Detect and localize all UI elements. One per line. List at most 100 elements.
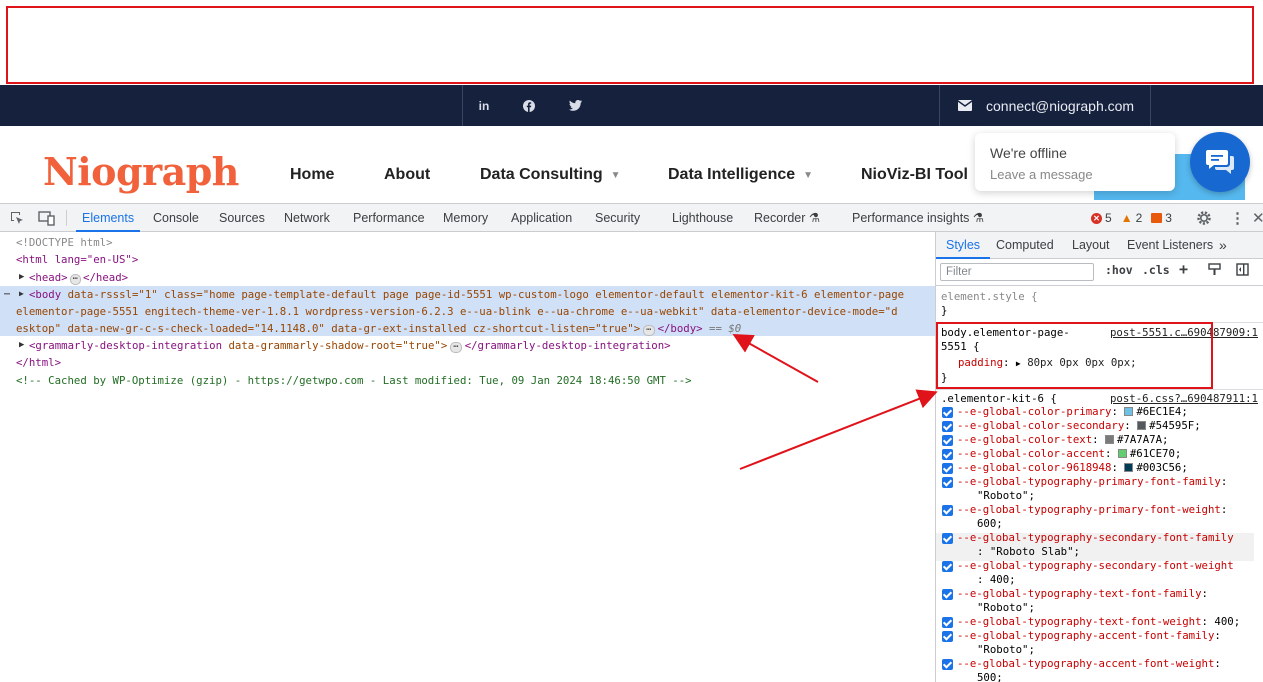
tab-network[interactable]: Network xyxy=(284,204,330,232)
dom-body-line-1[interactable]: <body data-rsssl="1" class="home page-te… xyxy=(29,287,904,303)
declaration-checkbox[interactable] xyxy=(942,463,953,474)
css-declaration[interactable]: --e-global-typography-accent-font-family… xyxy=(957,629,1257,643)
ellipsis-icon[interactable]: ⋯ xyxy=(450,342,462,353)
paint-brush-icon[interactable] xyxy=(1208,263,1221,279)
declaration-checkbox[interactable] xyxy=(942,561,953,572)
twitter-icon[interactable] xyxy=(564,85,586,126)
tab-layout[interactable]: Layout xyxy=(1072,232,1110,259)
site-logo[interactable]: Niograph xyxy=(43,149,239,194)
devtools-tab-bar: Elements Console Sources Network Perform… xyxy=(0,204,1263,232)
css-declaration[interactable]: --e-global-color-accent: #61CE70; xyxy=(957,447,1257,461)
declaration-checkbox[interactable] xyxy=(942,407,953,418)
declaration-checkbox[interactable] xyxy=(942,589,953,600)
dom-cache-comment[interactable]: <!-- Cached by WP-Optimize (gzip) - http… xyxy=(16,373,692,389)
tab-performance-insights[interactable]: Performance insights ⚗ xyxy=(852,204,984,232)
declaration-checkbox[interactable] xyxy=(942,659,953,670)
expand-triangle-icon[interactable]: ▶ xyxy=(19,340,24,350)
color-swatch[interactable] xyxy=(1105,435,1114,444)
tab-security[interactable]: Security xyxy=(595,204,640,232)
dom-grammarly-tag: <grammarly-desktop-integration xyxy=(29,339,223,352)
tab-console[interactable]: Console xyxy=(153,204,199,232)
css-declaration[interactable]: --e-global-typography-accent-font-weight… xyxy=(957,657,1257,671)
color-swatch[interactable] xyxy=(1137,421,1147,430)
class-toggle[interactable]: .cls xyxy=(1142,263,1170,277)
styles-filter-input[interactable]: Filter xyxy=(940,263,1094,281)
css-declaration[interactable]: --e-global-color-9618948: #003C56; xyxy=(957,461,1257,475)
node-actions-dots-icon[interactable]: ⋯ xyxy=(4,289,10,300)
declaration-checkbox[interactable] xyxy=(942,421,953,432)
expand-triangle-icon[interactable]: ▶ xyxy=(19,289,24,298)
declaration-checkbox[interactable] xyxy=(942,477,953,488)
tab-computed[interactable]: Computed xyxy=(996,232,1054,259)
css-prop-value: "Roboto"; xyxy=(977,643,1035,656)
dom-head-node[interactable]: <head> ⋯ </head> xyxy=(29,270,128,286)
nav-item-data-consulting[interactable]: Data Consulting ▼ xyxy=(480,166,621,184)
hover-state-toggle[interactable]: :hov xyxy=(1105,263,1133,277)
dom-doctype[interactable]: <!DOCTYPE html> xyxy=(16,235,113,251)
css-declaration[interactable]: --e-global-typography-text-font-weight: … xyxy=(957,615,1257,629)
settings-gear-icon[interactable] xyxy=(1196,204,1212,232)
nav-item-label: About xyxy=(384,166,431,183)
css-declaration[interactable]: --e-global-typography-secondary-font-fam… xyxy=(957,531,1257,545)
chat-launcher-button[interactable] xyxy=(1190,132,1250,192)
color-swatch[interactable] xyxy=(1124,463,1134,472)
css-prop-name: --e-global-typography-primary-font-famil… xyxy=(957,475,1221,488)
styles-filter-bar: Filter :hov .cls + xyxy=(936,259,1263,286)
css-declaration[interactable]: --e-global-typography-text-font-family: xyxy=(957,587,1257,601)
tab-styles[interactable]: Styles xyxy=(936,232,991,259)
sidebar-toggle-icon[interactable] xyxy=(1236,263,1249,279)
declaration-checkbox[interactable] xyxy=(942,435,953,446)
nav-item-home[interactable]: Home xyxy=(290,166,334,184)
declaration-checkbox[interactable] xyxy=(942,449,953,460)
declaration-checkbox[interactable] xyxy=(942,617,953,628)
nav-item-data-intelligence[interactable]: Data Intelligence ▼ xyxy=(668,166,813,184)
tab-sources[interactable]: Sources xyxy=(219,204,265,232)
inspect-element-icon[interactable] xyxy=(10,204,25,232)
css-prop-value: 400; xyxy=(1214,615,1241,628)
add-rule-icon[interactable]: + xyxy=(1179,260,1188,278)
contact-email[interactable]: connect@niograph.com xyxy=(958,85,1134,126)
dom-html-close[interactable]: </html> xyxy=(16,355,61,371)
more-options-icon[interactable]: ⋮ xyxy=(1230,204,1245,232)
dom-grammarly-node[interactable]: <grammarly-desktop-integration data-gram… xyxy=(29,338,671,354)
css-declaration[interactable]: --e-global-typography-primary-font-famil… xyxy=(957,475,1257,489)
declaration-checkbox[interactable] xyxy=(942,631,953,642)
annotation-highlight-box-top xyxy=(6,6,1254,84)
css-declaration[interactable]: --e-global-typography-secondary-font-wei… xyxy=(957,559,1257,573)
element-style-rule[interactable]: element.style { xyxy=(936,290,1263,304)
expand-triangle-icon[interactable]: ▶ xyxy=(19,272,24,282)
css-declaration[interactable]: --e-global-color-text: #7A7A7A; xyxy=(957,433,1257,447)
dom-body-line-2[interactable]: elementor-page-5551 engitech-theme-ver-1… xyxy=(16,304,898,320)
flask-icon: ⚗ xyxy=(808,211,821,225)
tab-event-listeners[interactable]: Event Listeners xyxy=(1127,232,1213,259)
declaration-checkbox[interactable] xyxy=(942,533,953,544)
facebook-icon[interactable] xyxy=(518,85,540,126)
tab-lighthouse[interactable]: Lighthouse xyxy=(672,204,733,232)
ellipsis-icon[interactable]: ⋯ xyxy=(643,325,655,336)
tab-recorder[interactable]: Recorder ⚗ xyxy=(754,204,820,232)
dom-html-open[interactable]: <html lang="en-US"> xyxy=(16,252,138,268)
css-declaration[interactable]: --e-global-typography-primary-font-weigh… xyxy=(957,503,1257,517)
color-swatch[interactable] xyxy=(1117,449,1127,458)
chat-offline-bubble[interactable]: We're offline Leave a message xyxy=(975,133,1175,191)
close-icon[interactable]: ✕ xyxy=(1252,204,1263,232)
css-declaration[interactable]: --e-global-color-primary: #6EC1E4; xyxy=(957,405,1257,419)
declaration-checkbox[interactable] xyxy=(942,505,953,516)
tab-application[interactable]: Application xyxy=(511,204,572,232)
tab-elements[interactable]: Elements xyxy=(76,204,141,232)
nav-item-about[interactable]: About xyxy=(384,166,430,184)
css-declaration[interactable]: --e-global-color-secondary: #54595F; xyxy=(957,419,1257,433)
tab-performance[interactable]: Performance xyxy=(353,204,425,232)
nav-item-nioviz-bi-tool[interactable]: NioViz-BI Tool xyxy=(861,166,968,184)
device-toolbar-icon[interactable] xyxy=(38,204,55,232)
color-swatch[interactable] xyxy=(1124,407,1134,416)
tab-memory[interactable]: Memory xyxy=(443,204,488,232)
issue-counters[interactable]: ✕ 5 ▲ 2 3 xyxy=(1091,204,1172,232)
linkedin-icon[interactable]: in xyxy=(473,85,495,126)
ellipsis-icon[interactable]: ⋯ xyxy=(69,274,82,285)
more-tabs-icon[interactable]: » xyxy=(1219,232,1227,259)
tab-performance-insights-label: Performance insights xyxy=(852,211,970,225)
rule-source-link[interactable]: post-6.css?…690487911:1 xyxy=(1110,392,1258,406)
css-prop-name: --e-global-typography-primary-font-weigh… xyxy=(957,503,1221,516)
dom-body-line-3[interactable]: esktop" data-new-gr-c-s-check-loaded="14… xyxy=(16,321,741,337)
